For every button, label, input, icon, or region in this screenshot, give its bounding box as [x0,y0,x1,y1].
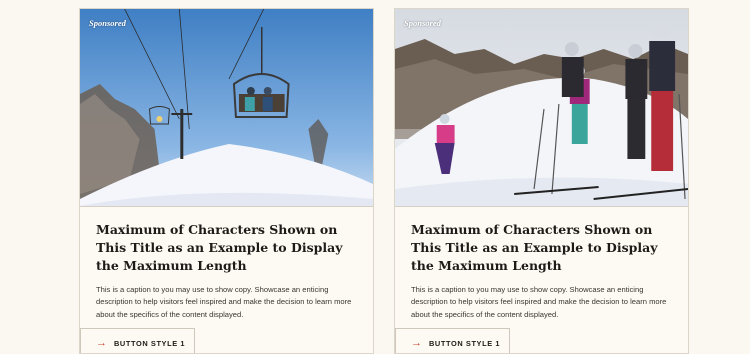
card-caption: This is a caption to you may use to show… [96,285,352,319]
card-image-chairlift[interactable]: Sponsored [80,9,373,207]
button-label: BUTTON STYLE 1 [429,338,501,348]
card-caption: This is a caption to you may use to show… [411,285,667,319]
card-image-family-skiers[interactable]: Sponsored [395,9,688,207]
arrow-right-icon: → [96,336,107,349]
card-title[interactable]: Maximum of Characters Shown on This Titl… [96,221,357,275]
button-style-1[interactable]: → BUTTON STYLE 1 [80,328,195,353]
button-label: BUTTON STYLE 1 [114,338,186,348]
content-card[interactable]: Sponsored Maximum of Characters Shown on… [394,8,689,354]
chairlift-photo [80,9,373,206]
card-title[interactable]: Maximum of Characters Shown on This Titl… [411,221,672,275]
arrow-right-icon: → [411,336,422,349]
family-skiers-photo [395,9,688,206]
sponsored-badge: Sponsored [89,18,126,28]
content-card[interactable]: Sponsored Maximum of Characters Shown on… [79,8,374,354]
button-style-1[interactable]: → BUTTON STYLE 1 [395,328,510,353]
sponsored-badge: Sponsored [404,18,441,28]
